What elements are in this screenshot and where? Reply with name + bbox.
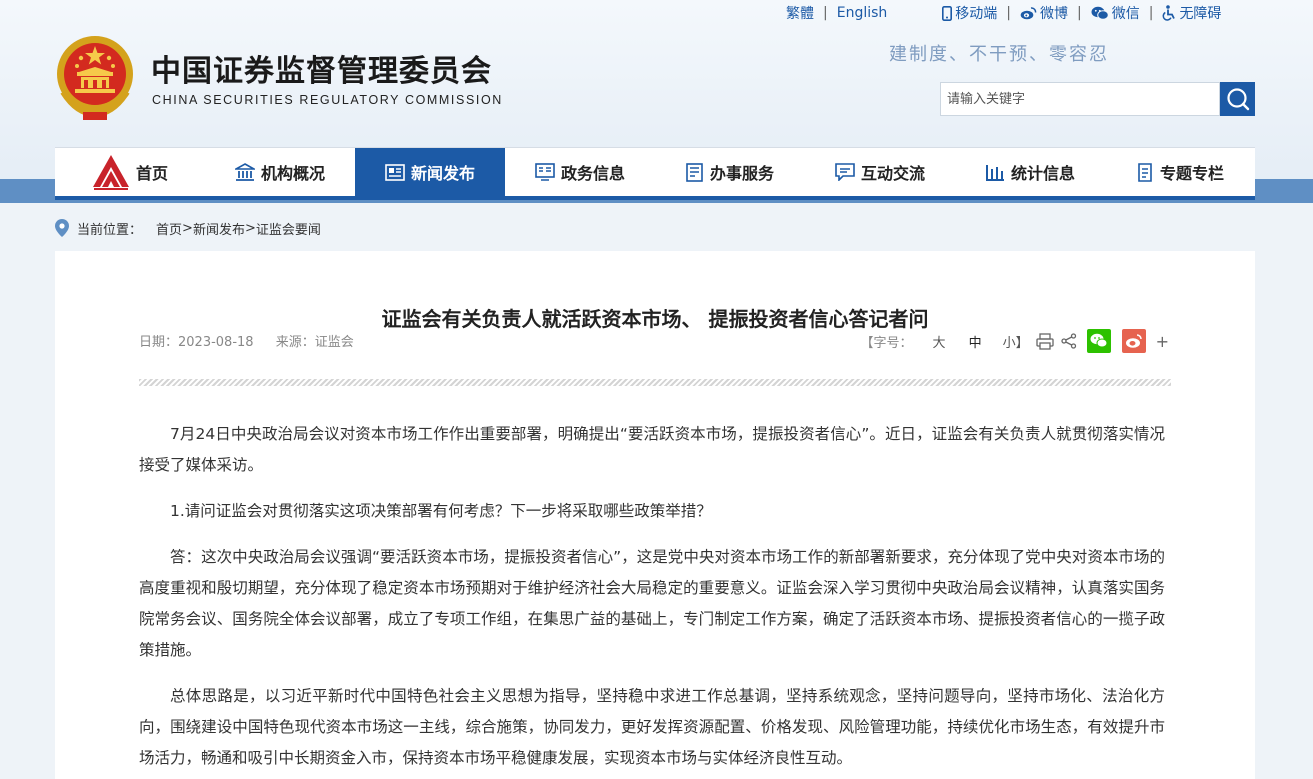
nav-item-statistics[interactable]: 统计信息 (955, 148, 1105, 196)
english-link[interactable]: English (837, 5, 888, 21)
breadcrumb-csrc-news[interactable]: 证监会要闻 (256, 219, 321, 238)
mobile-icon (942, 5, 953, 21)
weibo-share-icon[interactable] (1121, 329, 1146, 353)
font-size-small[interactable]: 小】 (1003, 332, 1029, 351)
topic-icon (1138, 162, 1152, 182)
nav-item-institution[interactable]: 机构概况 (205, 148, 355, 196)
font-size-large[interactable]: 大 (933, 332, 946, 351)
accessibility-icon (1163, 5, 1176, 21)
nav-item-service[interactable]: 办事服务 (655, 148, 805, 196)
article-paragraph: 7月24日中央政治局会议对资本市场工作作出重要部署，明确提出“要活跃资本市场，提… (139, 425, 1165, 474)
article-paragraph: 总体思路是，以习近平新时代中国特色社会主义思想为指导，坚持稳中求进工作总基调，坚… (139, 687, 1165, 767)
article-content: 7月24日中央政治局会议对资本市场工作作出重要部署，明确提出“要活跃资本市场，提… (139, 419, 1165, 779)
wechat-icon (1091, 6, 1109, 20)
article-tools: 【字号： 大 中 小】 + (861, 329, 1169, 353)
main-navigation: 首页 机构概况 新闻发布 政务信息 办事服务 互动交流 统计信息 专题专栏 (55, 147, 1255, 200)
article-title: 证监会有关负责人就活跃资本市场、 提振投资者信心答记者问 (381, 307, 929, 331)
article-source: 来源：证监会 (275, 335, 354, 350)
title-divider (139, 379, 1171, 386)
news-icon (385, 163, 405, 181)
print-icon[interactable] (1035, 332, 1054, 350)
site-title: 中国证券监督管理委员会 (151, 54, 492, 89)
statistics-icon (985, 165, 1004, 181)
weibo-link[interactable]: 微博 (1020, 3, 1068, 23)
breadcrumb-prefix: 当前位置： (77, 222, 143, 238)
article-meta: 日期：2023-08-18 来源：证监会 (139, 331, 372, 350)
nav-item-government-info[interactable]: 政务信息 (505, 148, 655, 196)
search-input[interactable] (940, 82, 1220, 116)
more-share-button[interactable]: + (1156, 332, 1169, 351)
font-size-label: 【字号： (860, 335, 913, 351)
share-icon[interactable] (1060, 333, 1077, 349)
font-size-medium[interactable]: 中 (969, 332, 982, 351)
service-icon (686, 162, 703, 182)
location-pin-icon (55, 219, 69, 237)
article-container: 证监会有关负责人就活跃资本市场、 提振投资者信心答记者问 日期：2023-08-… (55, 251, 1255, 779)
breadcrumb-news[interactable]: 新闻发布 (193, 219, 245, 238)
nav-item-home[interactable]: 首页 (55, 148, 205, 196)
search-button[interactable] (1220, 82, 1255, 116)
slogan: 建制度、不干预、零容忍 (889, 44, 1109, 65)
chat-icon (835, 163, 855, 181)
site-subtitle: CHINA SECURITIES REGULATORY COMMISSION (152, 93, 503, 107)
nav-item-interaction[interactable]: 互动交流 (805, 148, 955, 196)
home-logo-icon (92, 155, 129, 190)
accessibility-link[interactable]: 无障碍 (1162, 3, 1221, 23)
traditional-chinese-link[interactable]: 繁體 (786, 3, 814, 23)
mobile-link[interactable]: 移动端 (942, 3, 997, 23)
article-paragraph: 1.请问证监会对贯彻落实这项决策部署有何考虑？下一步将采取哪些政策举措？ (170, 502, 712, 520)
wechat-share-icon[interactable] (1086, 329, 1111, 353)
nav-item-topics[interactable]: 专题专栏 (1105, 148, 1255, 196)
article-paragraph: 答：这次中央政治局会议强调“要活跃资本市场，提振投资者信心”，这是党中央对资本市… (139, 548, 1165, 659)
article-date: 日期：2023-08-18 (139, 335, 254, 350)
government-info-icon (535, 163, 555, 181)
institution-icon (234, 163, 255, 181)
nav-item-news[interactable]: 新闻发布 (355, 148, 505, 196)
weibo-icon (1020, 7, 1037, 20)
search-icon (1226, 88, 1249, 111)
wechat-link[interactable]: 微信 (1091, 3, 1140, 23)
breadcrumb: 当前位置： 首页 > 新闻发布 > 证监会要闻 (55, 219, 321, 238)
top-links-bar: 繁體 | English 移动端 | 微博 | 微信 | 无障碍 (786, 3, 1222, 23)
breadcrumb-home[interactable]: 首页 (156, 219, 182, 238)
national-emblem-logo[interactable] (53, 34, 137, 122)
